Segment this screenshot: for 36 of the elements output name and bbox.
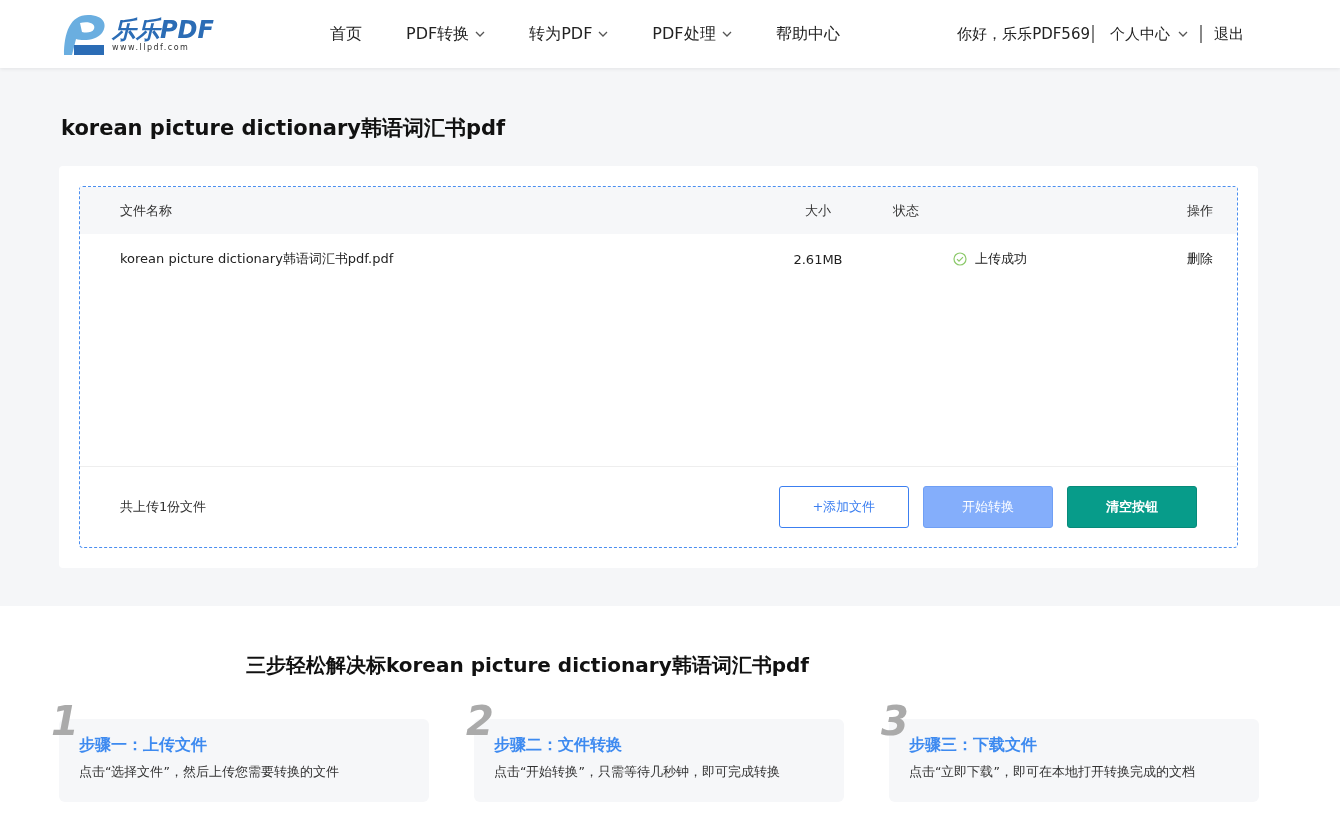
step-number: 1 (51, 701, 79, 741)
column-header: 状态 (893, 201, 920, 220)
file-name: korean picture dictionary韩语词汇书pdf.pdf (120, 250, 395, 268)
action-button[interactable]: +添加文件 (779, 486, 909, 528)
step-number: 2 (466, 701, 494, 741)
upload-count: 共上传1份文件 (120, 498, 207, 516)
nav-link[interactable]: 帮助中心 (753, 23, 862, 45)
logo-url: www.llpdf.com (112, 42, 191, 52)
step-title: 步骤三：下载文件 (909, 735, 1038, 756)
step-description: 点击“立即下载”，即可在本地打开转换完成的文档 (909, 764, 1196, 781)
step-description: 点击“选择文件”，然后上传您需要转换的文件 (79, 764, 340, 781)
logo-text: 乐乐PDF (112, 16, 214, 43)
column-header: 文件名称 (120, 201, 173, 220)
step-title: 步骤二：文件转换 (494, 735, 623, 756)
chevron-down-icon (1178, 31, 1188, 37)
column-header: 操作 (1186, 201, 1213, 220)
file-size: 2.61MB (792, 251, 844, 267)
page-title: korean picture dictionary韩语词汇书pdf (61, 115, 507, 142)
logout-link[interactable]: 退出 (1214, 24, 1244, 44)
chevron-down-icon (598, 31, 609, 37)
upload-status: 上传成功 (975, 250, 1027, 268)
nav-link[interactable]: PDF处理 (630, 23, 754, 45)
chevron-down-icon (721, 31, 732, 37)
user-menu[interactable]: 个人中心 (1110, 24, 1188, 44)
step-number: 3 (881, 701, 909, 741)
nav-link[interactable]: 转为PDF (507, 23, 631, 45)
check-circle-icon (953, 252, 967, 266)
nav-link[interactable]: PDF转换 (384, 23, 508, 45)
column-header: 大小 (804, 201, 832, 220)
greeting: 你好，乐乐PDF569 (957, 24, 1090, 44)
chevron-down-icon (475, 31, 486, 37)
steps-title: 三步轻松解决标korean picture dictionary韩语词汇书pdf (246, 652, 810, 679)
step-title: 步骤一：上传文件 (79, 735, 208, 756)
nav-link[interactable]: 首页 (308, 23, 384, 45)
step-description: 点击“开始转换”，只需等待几秒钟，即可完成转换 (494, 764, 781, 781)
delete-link[interactable]: 删除 (1093, 250, 1213, 268)
